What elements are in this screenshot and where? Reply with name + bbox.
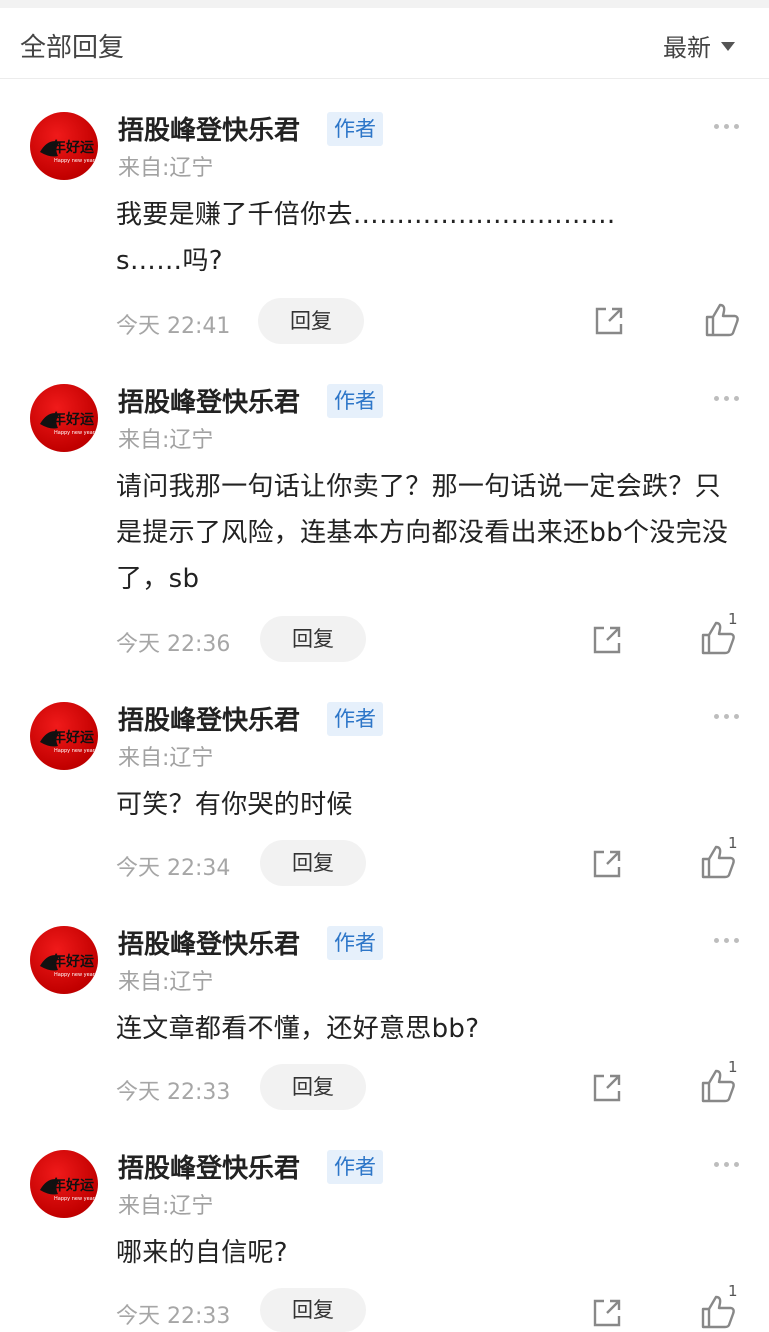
more-options-icon[interactable] (714, 714, 739, 719)
author-name[interactable]: 捂股峰登快乐君 (118, 924, 300, 961)
more-options-icon[interactable] (714, 396, 739, 401)
author-name[interactable]: 捂股峰登快乐君 (118, 382, 300, 419)
share-icon[interactable] (590, 1296, 624, 1330)
like-count: 1 (728, 834, 738, 852)
comment-location: 来自:辽宁 (118, 746, 214, 771)
avatar[interactable]: 年好运 Happy new year (30, 112, 98, 180)
reply-button[interactable]: 回复 (258, 298, 364, 344)
share-icon[interactable] (592, 304, 626, 338)
comment-location: 来自:辽宁 (118, 428, 214, 453)
share-icon[interactable] (590, 847, 624, 881)
comment-time: 今天 22:34 (116, 856, 231, 881)
like-count: 1 (728, 610, 738, 628)
like-count: 1 (728, 1282, 738, 1300)
replies-header: 全部回复 最新 (0, 8, 769, 79)
avatar[interactable]: 年好运 Happy new year (30, 926, 98, 994)
comment-text: 我要是赚了千倍你去…………………………s……吗? (116, 200, 616, 276)
comment-text: 请问我那一句话让你卖了？那一句话说一定会跌？只是提示了风险，连基本方向都没看出来… (116, 472, 729, 594)
svg-text:Happy new year: Happy new year (54, 158, 96, 164)
more-options-icon[interactable] (714, 938, 739, 943)
author-name[interactable]: 捂股峰登快乐君 (118, 1148, 300, 1185)
svg-text:年好运: 年好运 (52, 411, 94, 428)
sort-label: 最新 (663, 34, 711, 62)
comment-location: 来自:辽宁 (118, 1194, 214, 1219)
comment-location: 来自:辽宁 (118, 156, 214, 181)
reply-button[interactable]: 回复 (260, 840, 366, 886)
share-icon[interactable] (590, 1071, 624, 1105)
comment-time: 今天 22:41 (116, 314, 231, 339)
svg-text:年好运: 年好运 (52, 729, 94, 746)
comment-location: 来自:辽宁 (118, 970, 214, 995)
author-badge: 作者 (327, 1150, 383, 1184)
comment-time: 今天 22:36 (116, 632, 231, 657)
more-options-icon[interactable] (714, 1162, 739, 1167)
svg-text:Happy new year: Happy new year (54, 430, 96, 436)
author-badge: 作者 (327, 112, 383, 146)
like-count: 1 (728, 1058, 738, 1076)
all-replies-title: 全部回复 (20, 33, 125, 63)
svg-text:年好运: 年好运 (52, 1177, 94, 1194)
svg-text:年好运: 年好运 (52, 139, 94, 156)
author-badge: 作者 (327, 702, 383, 736)
avatar[interactable]: 年好运 Happy new year (30, 1150, 98, 1218)
comment-time: 今天 22:33 (116, 1304, 231, 1329)
more-options-icon[interactable] (714, 124, 739, 129)
comment-text: 可笑？有你哭的时候 (116, 790, 353, 820)
author-name[interactable]: 捂股峰登快乐君 (118, 110, 300, 147)
svg-text:Happy new year: Happy new year (54, 972, 96, 978)
reply-button[interactable]: 回复 (260, 616, 366, 662)
author-badge: 作者 (327, 384, 383, 418)
comment-text: 连文章都看不懂，还好意思bb? (116, 1014, 480, 1044)
svg-text:Happy new year: Happy new year (54, 748, 96, 754)
reply-button[interactable]: 回复 (260, 1288, 366, 1332)
sort-dropdown[interactable]: 最新 (663, 28, 735, 63)
share-icon[interactable] (590, 623, 624, 657)
reply-button[interactable]: 回复 (260, 1064, 366, 1110)
svg-text:Happy new year: Happy new year (54, 1196, 96, 1202)
comment-time: 今天 22:33 (116, 1080, 231, 1105)
top-divider (0, 0, 769, 8)
avatar[interactable]: 年好运 Happy new year (30, 702, 98, 770)
svg-text:年好运: 年好运 (52, 953, 94, 970)
author-badge: 作者 (327, 926, 383, 960)
avatar[interactable]: 年好运 Happy new year (30, 384, 98, 452)
author-name[interactable]: 捂股峰登快乐君 (118, 700, 300, 737)
like-icon[interactable] (704, 302, 740, 338)
comment-text: 哪来的自信呢? (116, 1238, 288, 1268)
caret-down-icon (721, 42, 735, 51)
